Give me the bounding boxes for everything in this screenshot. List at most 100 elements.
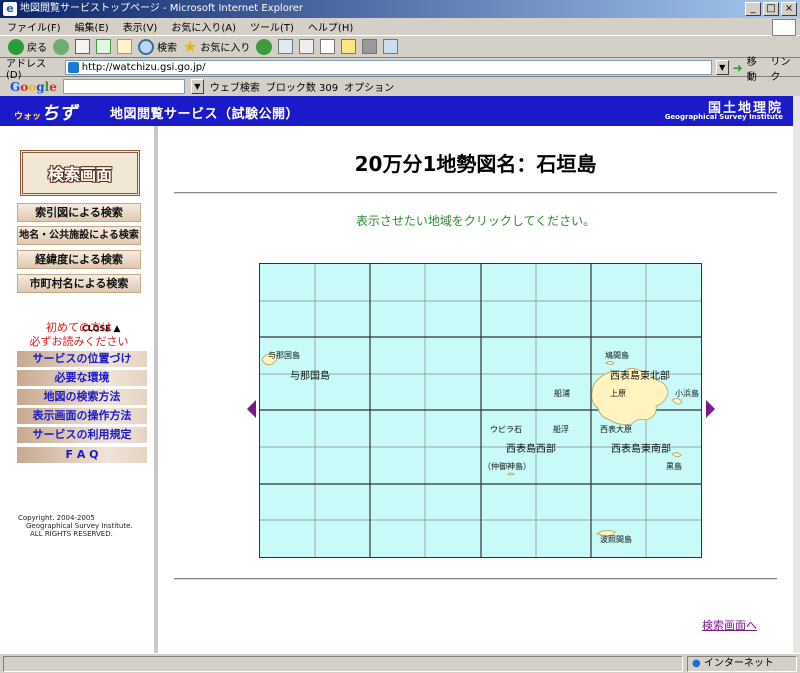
menu-edit[interactable]: 編集(E) <box>68 19 116 34</box>
print-icon[interactable] <box>299 39 315 54</box>
internet-globe-icon: ● <box>692 657 701 669</box>
map-label-kuroshima: 黒島 <box>666 462 682 471</box>
map-label-nakanouganjima: （仲御神島） <box>483 462 531 471</box>
municipality-search-button[interactable]: 市町村名による検索 <box>17 274 141 293</box>
window-controls: _ □ × <box>745 2 797 16</box>
popup-blocker[interactable]: ブロック数 309 <box>266 79 338 94</box>
back-label: 戻る <box>27 43 47 54</box>
map-grid <box>260 264 701 557</box>
map-label-hatoma: 鳩間島 <box>605 351 629 360</box>
favorites-button[interactable]: ★ お気に入り <box>183 37 250 56</box>
url-input[interactable]: http://watchizu.gsi.go.jp/ <box>64 60 712 75</box>
menu-favorites[interactable]: お気に入り(A) <box>164 19 243 34</box>
options-button[interactable]: オプション <box>344 79 394 94</box>
security-zone: ● インターネット <box>687 655 797 672</box>
search-screen-button[interactable]: 検索画面 <box>20 150 140 196</box>
lat-lon-search-button[interactable]: 経緯度による検索 <box>17 250 141 269</box>
display-operation-button[interactable]: 表示画面の操作方法 <box>17 408 147 424</box>
toolbar: 戻る 検索 ★ お気に入り <box>0 36 800 58</box>
status-bar: ● インターネット <box>0 653 800 673</box>
page-icon <box>67 62 79 73</box>
copyright: Copyright. 2004-2005 Geographical Survey… <box>18 514 133 538</box>
windows-logo-icon <box>772 19 796 36</box>
stop-icon[interactable] <box>75 39 90 54</box>
google-search-input[interactable] <box>62 79 185 94</box>
map-label-iriomote-se: 西表島東南部 <box>611 444 671 455</box>
map-label-uehara: 上原 <box>610 389 626 398</box>
scroll-right-arrow-icon[interactable] <box>706 400 715 418</box>
back-arrow-icon <box>8 38 24 55</box>
map-label-ohara: 西表大原 <box>600 425 632 434</box>
menu-bar: ファイル(F) 編集(E) 表示(V) お気に入り(A) ツール(T) ヘルプ(… <box>0 18 800 36</box>
kuroshima-island <box>671 452 682 458</box>
history-icon[interactable] <box>256 38 273 55</box>
scroll-left-arrow-icon[interactable] <box>247 400 256 418</box>
kohama-island <box>671 398 683 405</box>
web-search-button[interactable]: ウェブ検索 <box>210 79 260 94</box>
url-text: http://watchizu.gsi.go.jp/ <box>81 62 206 73</box>
map-label-upirashi: ウピラ石 <box>490 425 522 434</box>
place-name-search-button[interactable]: 地名・公共施設による検索 <box>17 226 141 245</box>
faq-button[interactable]: F A Q <box>17 447 147 463</box>
map-label-yonaguni-small: 与那国島 <box>268 351 300 360</box>
site-logo[interactable]: ウォッちず <box>14 99 77 125</box>
ie-logo-icon: e <box>3 2 17 16</box>
map-label-kohama: 小浜島 <box>675 389 699 398</box>
service-position-button[interactable]: サービスの位置づけ <box>17 351 147 367</box>
research-icon[interactable] <box>362 39 378 54</box>
gsi-logo-english: Geographical Survey Institute <box>664 113 783 121</box>
mail-icon[interactable] <box>278 39 294 54</box>
search-button[interactable]: 検索 <box>138 38 177 55</box>
google-search-dropdown[interactable]: ▼ <box>190 79 204 94</box>
map-label-yonaguni: 与那国島 <box>290 371 330 382</box>
close-button[interactable]: × <box>781 2 797 16</box>
menu-tools[interactable]: ツール(T) <box>243 19 301 34</box>
star-icon: ★ <box>183 37 198 56</box>
search-label: 検索 <box>157 43 177 54</box>
vertical-scrollbar[interactable] <box>793 96 800 653</box>
divider-bottom <box>174 578 777 580</box>
maximize-button[interactable]: □ <box>763 2 779 16</box>
web-page: ウォッちず 地図閲覧サービス（試験公開） 国土地理院 Geographical … <box>0 96 793 653</box>
status-text <box>3 655 683 672</box>
forward-button[interactable] <box>53 38 69 55</box>
home-icon[interactable] <box>117 39 132 54</box>
address-bar: アドレス(D) http://watchizu.gsi.go.jp/ ▼ ➜ 移… <box>0 57 800 83</box>
favorites-label: お気に入り <box>200 43 251 54</box>
messenger-icon[interactable] <box>383 39 399 54</box>
refresh-icon[interactable] <box>96 39 111 54</box>
go-arrow-icon[interactable]: ➜ <box>733 61 743 75</box>
folder-icon[interactable] <box>341 39 357 54</box>
url-dropdown[interactable]: ▼ <box>715 60 729 75</box>
map-label-funauki: 船浮 <box>553 425 569 434</box>
google-logo: Google <box>10 79 57 94</box>
back-button[interactable]: 戻る <box>8 38 47 55</box>
service-title: 地図閲覧サービス（試験公開） <box>110 107 300 122</box>
minimize-button[interactable]: _ <box>745 2 761 16</box>
hatoma-island <box>605 361 615 365</box>
first-time-note-line2: 必ずお読みください <box>29 335 129 348</box>
requirements-button[interactable]: 必要な環境 <box>17 370 147 386</box>
nakanouganjima-island <box>507 472 515 476</box>
instruction-text: 表示させたい地域をクリックしてください。 <box>355 214 596 228</box>
sidebar: 検索画面 索引図による検索 地名・公共施設による検索 経緯度による検索 市町村名… <box>0 126 158 653</box>
site-banner: ウォッちず 地図閲覧サービス（試験公開） 国土地理院 Geographical … <box>0 96 793 126</box>
map-label-iriomote-ne: 西表島東北部 <box>610 371 670 382</box>
back-to-search-link[interactable]: 検索画面へ <box>702 617 757 633</box>
page-title: 20万分1地勢図名：石垣島 <box>354 152 597 176</box>
map-label-iriomote-west: 西表島西部 <box>506 444 556 455</box>
window-title-bar: e 地図閲覧サービストップページ - Microsoft Internet Ex… <box>0 0 800 18</box>
menu-file[interactable]: ファイル(F) <box>0 19 68 34</box>
menu-view[interactable]: 表示(V) <box>116 19 165 34</box>
index-map[interactable]: 与那国島 与那国島 鳩間島 西表島東北部 船浦 上原 小浜島 ウピラ石 船浮 西… <box>259 263 702 558</box>
search-icon <box>138 38 154 55</box>
map-label-haterumajima: 波照間島 <box>600 535 632 544</box>
menu-help[interactable]: ヘルプ(H) <box>301 19 360 34</box>
map-search-method-button[interactable]: 地図の検索方法 <box>17 389 147 405</box>
zone-label: インターネット <box>703 657 774 669</box>
terms-of-use-button[interactable]: サービスの利用規定 <box>17 427 147 443</box>
edit-icon[interactable] <box>320 39 336 54</box>
divider-top <box>174 192 777 194</box>
window-title: 地図閲覧サービストップページ - Microsoft Internet Expl… <box>20 3 303 14</box>
index-map-search-button[interactable]: 索引図による検索 <box>17 203 141 222</box>
